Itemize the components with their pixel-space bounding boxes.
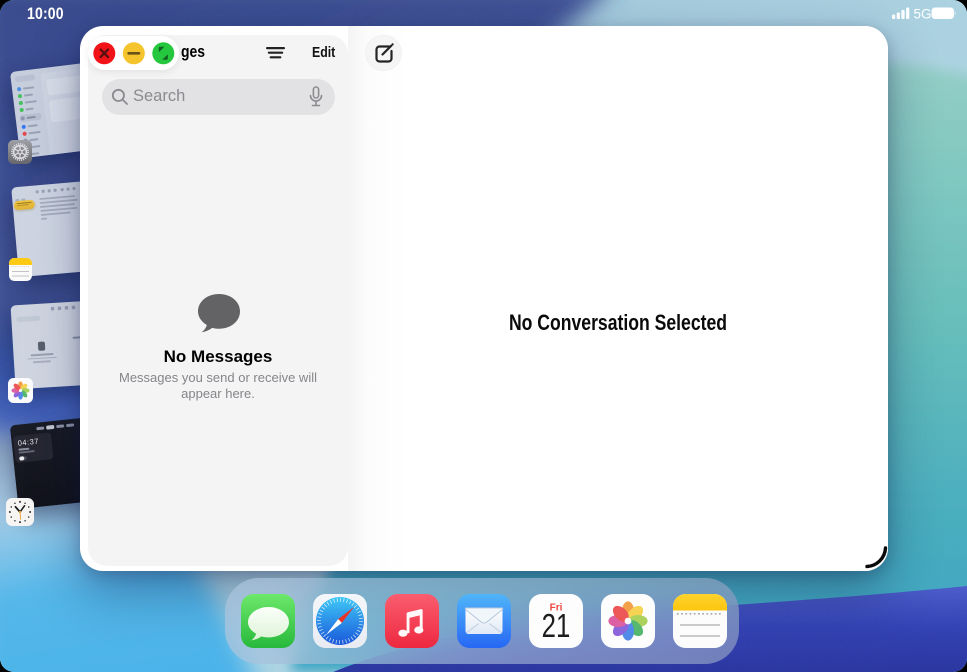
- svg-text:5G: 5G: [914, 7, 932, 22]
- svg-text:21: 21: [542, 608, 571, 645]
